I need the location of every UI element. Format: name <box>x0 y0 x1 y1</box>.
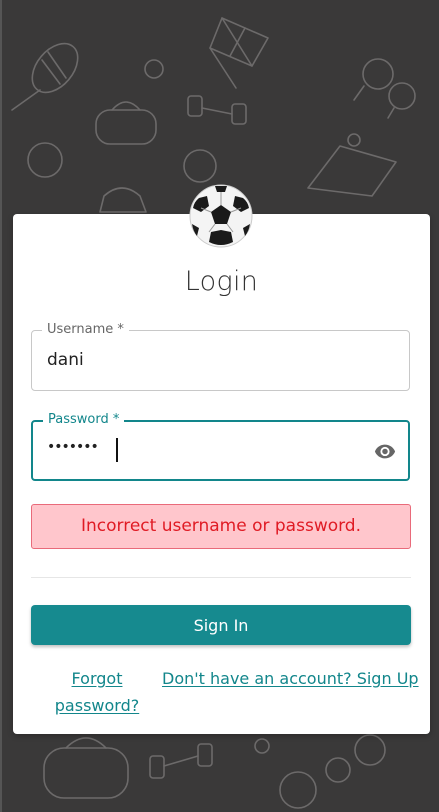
password-field[interactable]: Password * ••••••• <box>31 412 410 481</box>
sign-in-button[interactable]: Sign In <box>31 605 411 645</box>
ping-pong-doodle <box>353 58 416 119</box>
login-card: Login Username * dani Password * •••••••… <box>13 214 430 734</box>
soccer-ball-doodle <box>183 149 217 183</box>
bottom-dumbbell-doodle <box>149 743 213 779</box>
username-field[interactable]: Username * dani <box>31 322 410 391</box>
dumbbell-doodle <box>187 95 247 125</box>
divider <box>31 577 411 578</box>
username-label: Username * <box>42 322 129 337</box>
sign-up-link[interactable]: Don't have an account? Sign Up <box>162 665 419 692</box>
tennis-racket-doodle <box>11 42 79 111</box>
text-caret <box>116 438 118 462</box>
password-value: ••••••• <box>47 439 99 455</box>
tennis-ball-doodle <box>144 59 164 79</box>
password-label: Password * <box>43 412 125 427</box>
error-alert: Incorrect username or password. <box>31 504 411 549</box>
username-value: dani <box>47 350 84 370</box>
soccer-ball-icon <box>189 184 253 248</box>
page-title: Login <box>184 266 259 297</box>
yoga-mat-doodle <box>307 145 397 197</box>
checkered-flag-doodle <box>209 17 269 89</box>
cap-doodle <box>99 187 147 213</box>
forgot-password-link[interactable]: Forgot password? <box>49 665 145 719</box>
eye-icon[interactable] <box>372 440 398 462</box>
bottom-bag-doodle <box>43 737 129 799</box>
gym-bag-doodle <box>95 101 157 145</box>
basketball-doodle <box>27 142 63 178</box>
